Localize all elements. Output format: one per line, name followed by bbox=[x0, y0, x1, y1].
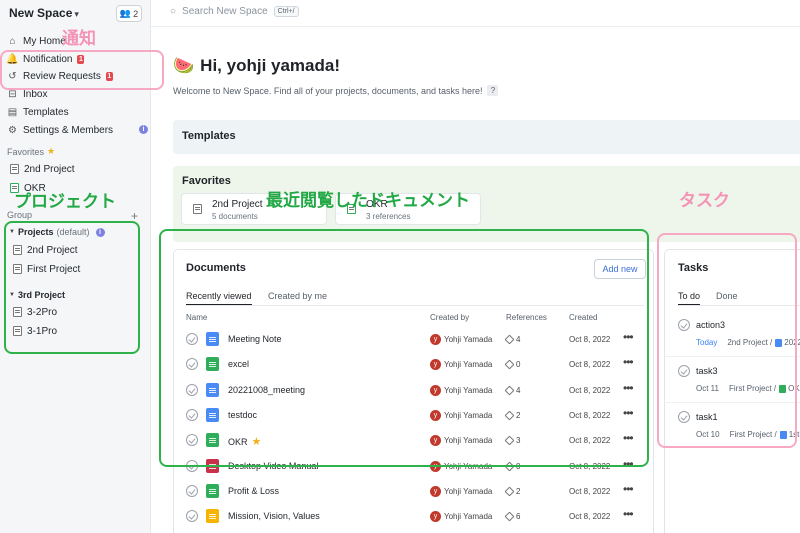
gear-icon: ⚙ bbox=[8, 124, 17, 136]
sidebar-item-templates[interactable]: ▤ Templates bbox=[7, 103, 69, 121]
references-count: 2 bbox=[516, 486, 521, 496]
greeting-icon: 🍉 bbox=[173, 56, 195, 75]
favorite-card-sub: 3 references bbox=[366, 212, 411, 221]
file-icon bbox=[206, 509, 219, 524]
annotation-recent-box bbox=[159, 229, 649, 467]
search-placeholder: Search New Space bbox=[182, 6, 268, 17]
sidebar-item-my-home[interactable]: ⌂ My Home bbox=[7, 32, 66, 50]
references: 2 bbox=[504, 486, 521, 497]
people-icon: 👥 bbox=[119, 8, 132, 18]
annotation-task-label: タスク bbox=[679, 191, 730, 210]
templates-icon: ▤ bbox=[7, 106, 18, 118]
annotation-notify-label: 通知 bbox=[62, 29, 96, 48]
created-by: Yohji Yamada bbox=[444, 486, 493, 496]
annotation-task-box bbox=[657, 233, 797, 448]
avatar: y bbox=[430, 485, 441, 497]
chevron-down-icon: ▾ bbox=[74, 9, 79, 19]
created-date: Oct 8, 2022 bbox=[569, 486, 611, 496]
annotation-project-label: プロジェクト bbox=[14, 192, 116, 211]
sidebar-item-label: Settings & Members bbox=[23, 124, 114, 136]
search-icon: ○ bbox=[170, 6, 177, 17]
divider bbox=[151, 26, 800, 27]
star-icon: ★ bbox=[47, 146, 56, 156]
sidebar-item-settings[interactable]: ⚙ Settings & Members bbox=[7, 121, 113, 139]
greeting-text: Hi, yohji yamada! bbox=[200, 56, 340, 75]
created-date: Oct 8, 2022 bbox=[569, 512, 611, 522]
sidebar-item-label: My Home bbox=[23, 35, 66, 47]
document-icon bbox=[193, 204, 202, 214]
templates-panel[interactable]: Templates bbox=[173, 120, 800, 154]
sidebar-item-label: Templates bbox=[23, 106, 69, 118]
check-circle-icon[interactable] bbox=[186, 484, 198, 497]
welcome-text: Welcome to New Space. Find all of your p… bbox=[173, 85, 499, 96]
search-shortcut: Ctrl+/ bbox=[273, 6, 299, 17]
table-row[interactable]: Mission, Vision, Values y Yohji Yamada 6 Oct… bbox=[186, 504, 644, 529]
favorites-label-text: Favorites bbox=[7, 146, 45, 157]
members-button[interactable]: 👥 2 bbox=[116, 5, 142, 22]
info-icon[interactable]: i bbox=[139, 125, 148, 134]
annotation-notify-box bbox=[0, 50, 164, 90]
cube-icon bbox=[504, 511, 515, 522]
sidebar-favorite-item[interactable]: 2nd Project bbox=[10, 161, 75, 177]
document-icon bbox=[10, 164, 19, 174]
more-icon[interactable]: ••• bbox=[623, 482, 634, 496]
cube-icon bbox=[504, 486, 515, 497]
sidebar-item-label: Inbox bbox=[23, 88, 48, 100]
document-name-text: Mission, Vision, Values bbox=[228, 511, 320, 522]
avatar: y bbox=[430, 511, 441, 523]
favorite-card-sub: 5 documents bbox=[212, 212, 258, 221]
workspace-switcher[interactable]: New Space ▾ bbox=[9, 6, 79, 20]
annotation-recent-label: 最近閲覧したドキュメント bbox=[266, 191, 470, 210]
favorite-card-title: 2nd Project bbox=[212, 199, 263, 210]
inbox-icon: ⊟ bbox=[8, 88, 17, 100]
document-name[interactable]: Mission, Vision, Values bbox=[228, 511, 320, 521]
file-icon bbox=[206, 483, 219, 498]
favorites-label: Favorites ★ bbox=[7, 146, 55, 157]
favorites-title: Favorites bbox=[182, 175, 231, 187]
home-icon: ⌂ bbox=[9, 35, 16, 47]
help-icon[interactable]: ? bbox=[487, 85, 499, 96]
table-row[interactable]: Profit & Loss y Yohji Yamada 2 Oct 8, 2022 ••… bbox=[186, 479, 644, 504]
references: 6 bbox=[504, 511, 521, 522]
annotation-project-box bbox=[4, 221, 140, 354]
references-count: 6 bbox=[516, 512, 521, 522]
workspace-name: New Space bbox=[9, 6, 73, 20]
more-icon[interactable]: ••• bbox=[623, 507, 634, 521]
check-circle-icon[interactable] bbox=[186, 510, 198, 523]
document-name-text: Profit & Loss bbox=[228, 485, 280, 496]
document-name[interactable]: Profit & Loss bbox=[228, 486, 279, 496]
welcome-message: Welcome to New Space. Find all of your p… bbox=[173, 85, 483, 96]
members-count: 2 bbox=[133, 8, 139, 19]
page-title: 🍉 Hi, yohji yamada! bbox=[173, 56, 340, 76]
favorite-label: 2nd Project bbox=[24, 163, 75, 175]
templates-title: Templates bbox=[182, 130, 236, 142]
search-bar[interactable]: ○ Search New Space Ctrl+/ bbox=[170, 6, 299, 17]
created-by: Yohji Yamada bbox=[444, 512, 493, 522]
